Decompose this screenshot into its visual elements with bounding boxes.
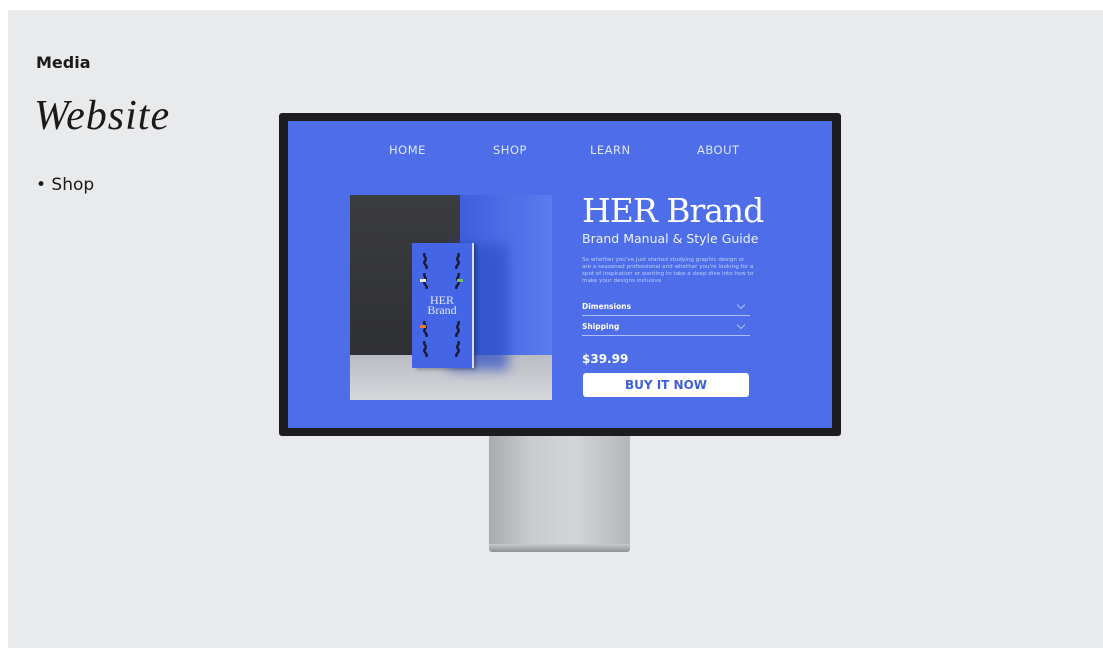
hero-title: HER Brand	[582, 191, 764, 230]
monitor-stand-foot	[489, 544, 630, 552]
site-nav: HOME SHOP LEARN ABOUT	[288, 143, 832, 163]
nav-item-home[interactable]: HOME	[389, 143, 426, 157]
chevron-down-icon	[736, 300, 746, 310]
product-photo: HER Brand	[350, 195, 552, 400]
figure-illustration	[455, 321, 461, 337]
accordion-dimensions[interactable]: Dimensions	[582, 299, 750, 316]
media-label: Media	[36, 53, 91, 72]
book-cover: HER Brand	[412, 243, 472, 368]
product-price: $39.99	[582, 352, 629, 366]
figure-illustration	[455, 341, 461, 357]
figure-illustration	[455, 253, 461, 269]
accordion-label: Dimensions	[582, 302, 632, 311]
website-screen: HOME SHOP LEARN ABOUT HER Brand HER Bran…	[288, 121, 832, 428]
accordion-label: Shipping	[582, 322, 620, 331]
book-title: HER Brand	[427, 293, 457, 317]
monitor-display: HOME SHOP LEARN ABOUT HER Brand HER Bran…	[279, 113, 841, 436]
figure-illustration	[455, 273, 463, 289]
slide: Media Website • Shop HOME SHOP LEARN ABO…	[8, 10, 1103, 648]
chevron-down-icon	[736, 320, 746, 330]
monitor-stand	[489, 436, 630, 544]
nav-item-about[interactable]: ABOUT	[697, 143, 740, 157]
hero-subtitle: Brand Manual & Style Guide	[582, 231, 759, 246]
figure-illustration	[420, 321, 428, 337]
figure-illustration	[420, 273, 428, 289]
hero-description: So whether you've just started studying …	[582, 257, 754, 284]
bullet-item-shop: • Shop	[36, 175, 95, 195]
nav-item-learn[interactable]: LEARN	[590, 143, 631, 157]
nav-item-shop[interactable]: SHOP	[493, 143, 527, 157]
accordion-shipping[interactable]: Shipping	[582, 319, 750, 336]
figure-illustration	[422, 341, 428, 357]
buy-it-now-button[interactable]: BUY IT NOW	[583, 373, 749, 397]
section-title: Website	[34, 93, 171, 139]
figure-illustration	[422, 253, 428, 269]
